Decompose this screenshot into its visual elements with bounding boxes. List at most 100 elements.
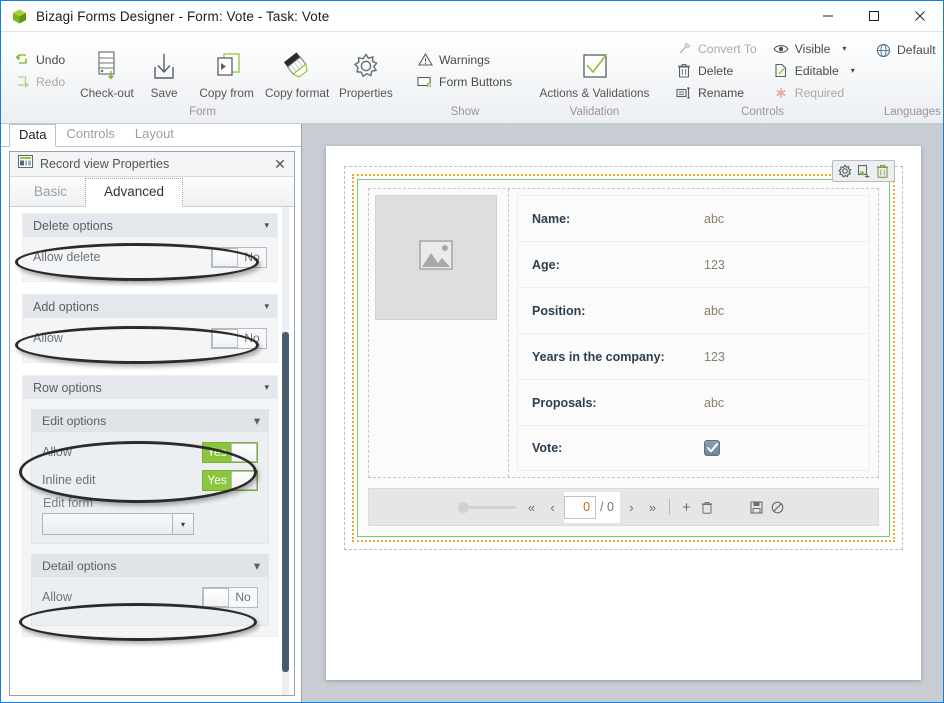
vote-checkbox[interactable] — [704, 440, 720, 456]
field-value-years[interactable]: 123 — [704, 350, 725, 364]
close-properties-icon[interactable]: ✕ — [270, 154, 290, 174]
subsection-header-edit-options[interactable]: Edit options ▾ — [32, 410, 268, 432]
check-out-icon — [91, 46, 123, 86]
editable-button[interactable]: Editable ▾ — [770, 61, 860, 81]
redo-label: Redo — [36, 74, 66, 89]
toggle-detail-allow[interactable]: No — [202, 586, 258, 608]
image-placeholder[interactable] — [375, 195, 497, 320]
visible-button[interactable]: Visible ▾ — [770, 39, 860, 59]
rename-icon — [676, 85, 692, 101]
undo-arrow-icon — [14, 52, 30, 68]
pager-page-input[interactable]: 0 — [564, 495, 597, 519]
chevron-down-icon-delete-options[interactable]: ▾ — [264, 220, 269, 231]
pager-page-total: / 0 — [600, 500, 614, 514]
subsection-header-detail-options[interactable]: Detail options ▾ — [32, 555, 268, 577]
tab-layout[interactable]: Layout — [125, 123, 184, 146]
form-container-outline: Name: abc Age: 123 Position: abc Years i… — [344, 160, 903, 550]
save-button[interactable]: Save — [136, 42, 193, 100]
pager-slider[interactable] — [458, 501, 517, 513]
chevron-down-icon-detail-options[interactable]: ▾ — [254, 559, 260, 573]
close-button[interactable] — [897, 1, 943, 32]
warnings-button[interactable]: Warnings — [414, 50, 516, 70]
chevron-down-icon-edit-options[interactable]: ▾ — [254, 414, 260, 428]
trash-icon[interactable] — [874, 163, 891, 179]
rename-button[interactable]: Rename — [673, 83, 762, 103]
undo-button[interactable]: Undo — [11, 50, 74, 70]
properties-header: Record view Properties ✕ — [10, 152, 294, 177]
default-language-button[interactable]: Default ▾ — [872, 40, 944, 60]
minimize-button[interactable] — [805, 1, 851, 32]
section-header-row-options[interactable]: Row options ▾ — [23, 376, 277, 399]
form-buttons-label: Form Buttons — [439, 74, 513, 89]
toggle-knob — [212, 328, 238, 348]
copy-format-label: Copy format — [264, 85, 330, 100]
pager-last-button[interactable]: » — [643, 495, 662, 519]
actions-validations-label: Actions & Validations — [539, 85, 650, 100]
toggle-add-allow[interactable]: No — [211, 327, 267, 349]
copy-format-button[interactable]: Copy format — [261, 42, 334, 100]
redo-arrow-icon — [14, 74, 30, 90]
pencil-page-icon — [773, 63, 789, 79]
duplicate-icon[interactable] — [855, 163, 872, 179]
properties-button[interactable]: Properties — [334, 42, 398, 100]
toggle-allow-delete[interactable]: No — [211, 246, 267, 268]
properties-scrollbar[interactable] — [279, 207, 292, 695]
actions-validations-button[interactable]: Actions & Validations — [532, 42, 657, 100]
section-body-add-options: Allow No — [23, 318, 277, 362]
redo-button[interactable]: Redo — [11, 72, 74, 92]
field-value-age[interactable]: 123 — [704, 258, 725, 272]
toggle-value-edit-allow: Yes — [203, 442, 231, 462]
save-down-arrow-icon — [148, 46, 180, 86]
section-header-delete-options[interactable]: Delete options ▾ — [23, 214, 277, 237]
pager-cancel-button[interactable] — [768, 495, 787, 519]
pager-next-button[interactable]: › — [622, 495, 641, 519]
chevron-down-icon[interactable]: ▾ — [842, 44, 846, 53]
selected-gadget-outline[interactable]: Name: abc Age: 123 Position: abc Years i… — [352, 160, 895, 542]
toggle-inline-edit[interactable]: Yes — [202, 469, 258, 491]
field-row-position: Position: abc — [517, 287, 870, 333]
check-out-button[interactable]: Check-out — [78, 42, 135, 100]
chevron-down-icon-2[interactable]: ▾ — [851, 66, 855, 75]
field-value-name[interactable]: abc — [704, 212, 724, 226]
scrollbar-thumb[interactable] — [282, 332, 289, 672]
delete-label: Delete — [698, 63, 734, 78]
copy-from-button[interactable]: Copy from — [193, 42, 261, 100]
pager-first-button[interactable]: « — [522, 495, 541, 519]
pager-save-button[interactable] — [747, 495, 766, 519]
pager-slider-knob[interactable] — [458, 501, 470, 513]
tab-advanced[interactable]: Advanced — [85, 178, 184, 207]
toggle-edit-allow[interactable]: Yes — [202, 441, 258, 463]
pager-add-button[interactable]: + — [677, 495, 696, 519]
combo-edit-form[interactable]: ▾ — [42, 513, 194, 535]
convert-to-icon — [676, 41, 692, 57]
tab-controls[interactable]: Controls — [56, 123, 124, 146]
pager-prev-button[interactable]: ‹ — [543, 495, 562, 519]
maximize-button[interactable] — [851, 1, 897, 32]
ribbon-group-label-languages: Languages — [883, 106, 941, 118]
tab-data[interactable]: Data — [9, 124, 57, 147]
chevron-down-icon-edit-form[interactable]: ▾ — [172, 513, 194, 535]
chevron-down-icon-row-options[interactable]: ▾ — [264, 382, 269, 393]
section-body-row-options: Edit options ▾ Allow Yes Inline edit Yes… — [23, 399, 277, 636]
row-edit-allow: Allow Yes — [42, 438, 258, 466]
window-controls — [805, 1, 943, 32]
field-value-proposals[interactable]: abc — [704, 396, 724, 410]
form-buttons-button[interactable]: Form Buttons — [414, 72, 516, 92]
field-value-position[interactable]: abc — [704, 304, 724, 318]
pager-delete-button[interactable] — [698, 495, 717, 519]
warning-triangle-icon — [417, 52, 433, 68]
section-header-add-options[interactable]: Add options ▾ — [23, 295, 277, 318]
delete-button[interactable]: Delete — [673, 61, 762, 81]
subsection-title-edit-options: Edit options — [42, 414, 107, 428]
required-button[interactable]: Required — [770, 83, 860, 103]
convert-to-button[interactable]: Convert To — [673, 39, 762, 59]
chevron-down-icon-add-options[interactable]: ▾ — [264, 301, 269, 312]
tab-basic[interactable]: Basic — [16, 179, 85, 206]
gear-icon[interactable] — [836, 163, 853, 179]
record-view-gadget[interactable]: Name: abc Age: 123 Position: abc Years i… — [357, 179, 890, 537]
controls-column-a: Convert To Delete Rename — [669, 39, 766, 103]
subsection-body-detail-options: Allow No — [32, 577, 268, 625]
trash-icon — [676, 63, 692, 79]
label-detail-allow: Allow — [42, 590, 72, 604]
combo-input-edit-form[interactable] — [42, 513, 172, 535]
